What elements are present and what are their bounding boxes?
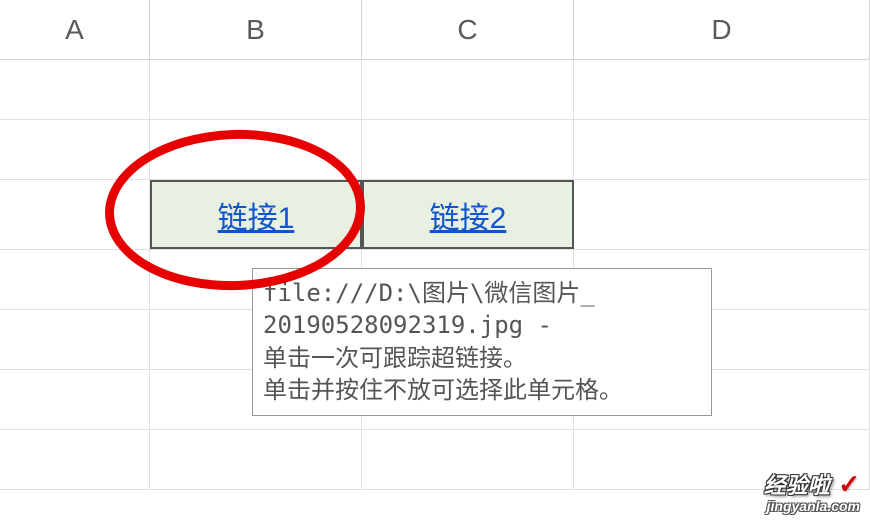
tooltip-line-1: file:///D:\图片\微信图片_ [263, 277, 701, 309]
tooltip-line-2: 20190528092319.jpg - [263, 309, 701, 341]
cell-b2[interactable] [150, 120, 362, 179]
cell-d3[interactable] [574, 180, 870, 249]
cell-a4[interactable] [0, 250, 150, 309]
row-7 [0, 430, 870, 490]
cell-a1[interactable] [0, 60, 150, 119]
tooltip-line-3: 单击一次可跟踪超链接。 [263, 342, 701, 374]
cell-c7[interactable] [362, 430, 574, 489]
column-header-d[interactable]: D [574, 0, 870, 59]
cell-a3[interactable] [0, 180, 150, 249]
cell-c1[interactable] [362, 60, 574, 119]
cell-c3[interactable]: 链接2 [362, 180, 574, 249]
hyperlink-tooltip: file:///D:\图片\微信图片_ 20190528092319.jpg -… [252, 268, 712, 416]
watermark-text: 经验啦 [764, 468, 830, 500]
cell-b3[interactable]: 链接1 [150, 180, 362, 249]
checkmark-icon: ✓ [838, 469, 860, 499]
watermark-url: jingyanla.com [764, 498, 860, 514]
cell-a7[interactable] [0, 430, 150, 489]
column-header-a[interactable]: A [0, 0, 150, 59]
cell-b7[interactable] [150, 430, 362, 489]
column-headers-row: A B C D [0, 0, 870, 60]
watermark: 经验啦 ✓ jingyanla.com [764, 468, 860, 514]
row-3: 链接1 链接2 [0, 180, 870, 250]
cell-c2[interactable] [362, 120, 574, 179]
cell-b1[interactable] [150, 60, 362, 119]
hyperlink-1[interactable]: 链接1 [218, 193, 295, 237]
column-header-c[interactable]: C [362, 0, 574, 59]
cell-a5[interactable] [0, 310, 150, 369]
cell-d2[interactable] [574, 120, 870, 179]
spreadsheet-container: A B C D 链接1 链接2 [0, 0, 870, 524]
tooltip-line-4: 单击并按住不放可选择此单元格。 [263, 374, 701, 406]
row-1 [0, 60, 870, 120]
cell-a2[interactable] [0, 120, 150, 179]
row-2 [0, 120, 870, 180]
hyperlink-2[interactable]: 链接2 [430, 193, 507, 237]
cell-d1[interactable] [574, 60, 870, 119]
cell-a6[interactable] [0, 370, 150, 429]
column-header-b[interactable]: B [150, 0, 362, 59]
